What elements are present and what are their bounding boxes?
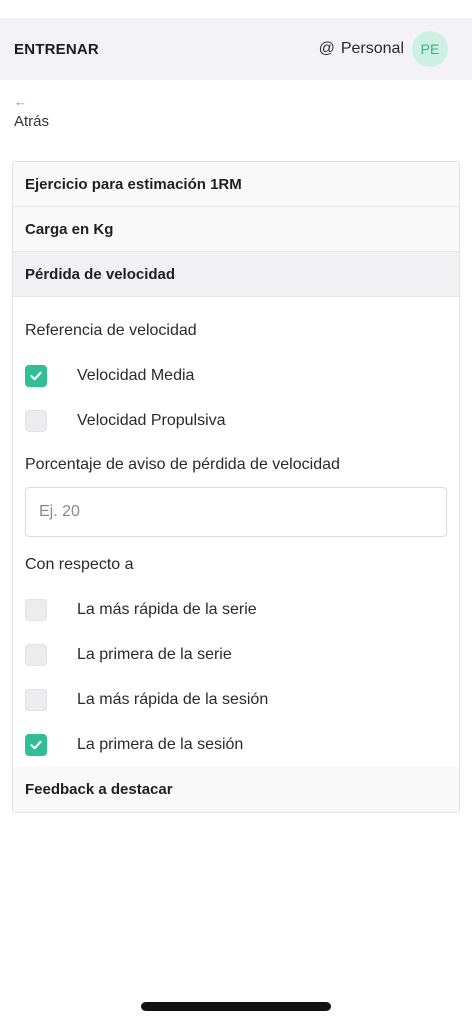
user-menu[interactable]: @ Personal PE	[319, 31, 448, 67]
user-label: Personal	[340, 40, 404, 57]
section-header-feedback[interactable]: Feedback a destacar	[13, 767, 459, 812]
percentage-input-wrap	[25, 487, 447, 537]
section-header-load[interactable]: Carga en Kg	[13, 207, 459, 252]
checkbox-label: La más rápida de la sesión	[77, 690, 269, 708]
checkbox-label: La primera de la serie	[77, 645, 232, 663]
checkbox-row-propulsive-velocity[interactable]: Velocidad Propulsiva	[25, 398, 447, 443]
checkbox[interactable]	[25, 409, 47, 432]
arrow-left-icon: ←	[14, 94, 27, 109]
checkbox-row-mean-velocity[interactable]: Velocidad Media	[25, 353, 447, 398]
check-icon	[30, 371, 42, 380]
home-indicator[interactable]	[141, 1002, 331, 1011]
checkbox[interactable]	[25, 688, 47, 711]
checkbox-label: Velocidad Media	[77, 366, 195, 384]
checkbox-label: La primera de la sesión	[77, 735, 244, 753]
avatar[interactable]: PE	[412, 31, 448, 67]
back-button[interactable]: ← Atrás	[14, 94, 49, 130]
respect-label: Con respecto a	[25, 556, 134, 573]
checkbox[interactable]	[25, 364, 47, 387]
checkbox-label: La más rápida de la serie	[77, 600, 257, 618]
section-header-exercise[interactable]: Ejercicio para estimación 1RM	[13, 162, 459, 207]
checkbox-row-first-of-set[interactable]: La primera de la serie	[25, 632, 447, 677]
settings-card: Ejercicio para estimación 1RM Carga en K…	[12, 161, 460, 813]
section-header-velocity-loss[interactable]: Pérdida de velocidad	[13, 252, 459, 297]
reference-label: Referencia de velocidad	[25, 322, 197, 339]
percentage-input[interactable]	[25, 487, 447, 537]
checkbox-row-first-of-session[interactable]: La primera de la sesión	[25, 722, 447, 767]
back-label: Atrás	[14, 113, 50, 130]
checkbox[interactable]	[25, 598, 47, 621]
app-title: ENTRENAR	[14, 40, 99, 58]
checkbox-row-fastest-of-set[interactable]: La más rápida de la serie	[25, 587, 447, 632]
top-bar: ENTRENAR @ Personal PE	[0, 18, 472, 80]
percentage-label: Porcentaje de aviso de pérdida de veloci…	[25, 456, 340, 473]
checkbox[interactable]	[25, 643, 47, 666]
checkbox-row-fastest-of-session[interactable]: La más rápida de la sesión	[25, 677, 447, 722]
velocity-loss-panel: Referencia de velocidad Velocidad Media …	[13, 309, 459, 767]
at-icon: @	[318, 40, 335, 57]
checkbox-label: Velocidad Propulsiva	[77, 411, 226, 429]
checkbox[interactable]	[25, 733, 47, 756]
check-icon	[30, 740, 42, 749]
